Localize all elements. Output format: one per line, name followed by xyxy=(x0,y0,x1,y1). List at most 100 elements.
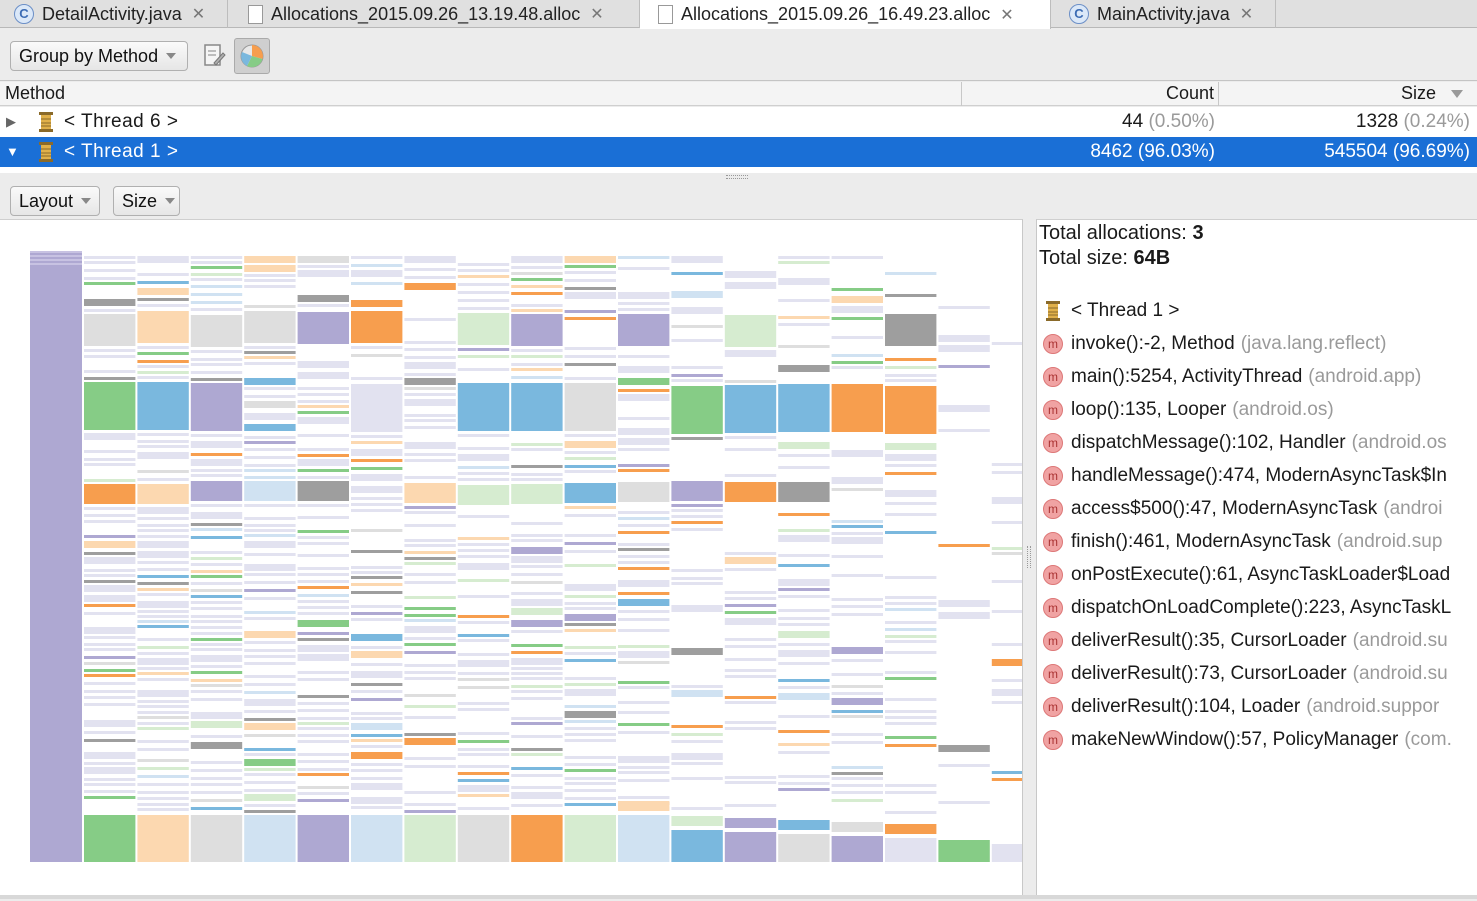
chart-node[interactable] xyxy=(778,631,830,638)
tab-main-activity[interactable]: C MainActivity.java ✕ xyxy=(1051,0,1276,28)
chart-node[interactable] xyxy=(885,513,937,516)
chart-node[interactable] xyxy=(564,363,616,366)
chart-node[interactable] xyxy=(297,434,349,437)
chart-node[interactable] xyxy=(244,469,296,472)
chart-node[interactable] xyxy=(137,722,189,725)
chart-node[interactable] xyxy=(84,370,136,373)
chart-node[interactable] xyxy=(457,615,510,618)
chart-node[interactable] xyxy=(564,782,616,785)
chart-node[interactable] xyxy=(351,769,403,772)
chart-node[interactable] xyxy=(351,634,403,641)
chart-node[interactable] xyxy=(885,791,937,794)
chart-node[interactable] xyxy=(351,486,403,493)
chart-node[interactable] xyxy=(778,554,830,557)
chart-node[interactable] xyxy=(671,307,723,314)
chart-node[interactable] xyxy=(938,345,990,352)
chart-node[interactable] xyxy=(404,815,456,862)
chart-node[interactable] xyxy=(297,372,349,379)
chart-node[interactable] xyxy=(351,591,403,594)
chart-node[interactable] xyxy=(137,452,189,459)
chart-node[interactable] xyxy=(991,547,1044,550)
chart-node[interactable] xyxy=(778,686,830,689)
chart-node[interactable] xyxy=(564,542,616,545)
chart-node[interactable] xyxy=(297,792,349,795)
chart-node[interactable] xyxy=(351,683,403,686)
chart-node[interactable] xyxy=(190,626,243,629)
chart-node[interactable] xyxy=(297,516,349,519)
chart-node[interactable] xyxy=(671,504,723,507)
chart-node[interactable] xyxy=(404,373,456,376)
chart-node[interactable] xyxy=(404,356,456,359)
chart-node[interactable] xyxy=(724,604,777,607)
chart-node[interactable] xyxy=(778,715,830,718)
chart-node[interactable] xyxy=(190,655,243,662)
chart-node[interactable] xyxy=(244,362,296,365)
chart-node[interactable] xyxy=(84,703,136,706)
chart-node[interactable] xyxy=(84,433,136,440)
chart-node[interactable] xyxy=(137,541,189,548)
chart-node[interactable] xyxy=(297,265,349,268)
chart-node[interactable] xyxy=(778,662,830,665)
chart-node[interactable] xyxy=(297,638,349,641)
chart-node[interactable] xyxy=(671,582,723,585)
chart-node[interactable] xyxy=(84,796,136,799)
chart-node[interactable] xyxy=(404,765,456,768)
chart-node[interactable] xyxy=(511,735,563,738)
chart-node[interactable] xyxy=(297,481,349,501)
chart-node[interactable] xyxy=(190,285,243,288)
chart-node[interactable] xyxy=(297,361,349,368)
chart-node[interactable] xyxy=(831,598,883,601)
chart-node[interactable] xyxy=(190,504,243,507)
chart-node[interactable] xyxy=(885,374,937,377)
chart-node[interactable] xyxy=(244,517,296,520)
chart-node[interactable] xyxy=(671,325,723,328)
chart-node[interactable] xyxy=(457,485,510,505)
chart-node[interactable] xyxy=(404,573,456,576)
chart-node[interactable] xyxy=(564,711,616,718)
chart-node[interactable] xyxy=(297,304,349,307)
chart-node[interactable] xyxy=(404,426,456,429)
chart-node[interactable] xyxy=(724,474,777,477)
chart-node[interactable] xyxy=(297,645,349,652)
chart-node[interactable] xyxy=(457,753,510,756)
chart-node[interactable] xyxy=(137,593,189,596)
chart-node[interactable] xyxy=(938,429,990,432)
stack-frame-item[interactable]: m dispatchMessage():102, Handler (android.… xyxy=(1043,428,1447,458)
chart-node[interactable] xyxy=(297,606,349,609)
chart-node[interactable] xyxy=(84,535,136,538)
chart-node[interactable] xyxy=(137,808,189,811)
chart-node[interactable] xyxy=(778,384,830,432)
chart-node[interactable] xyxy=(84,682,136,685)
chart-node[interactable] xyxy=(885,379,937,382)
chart-node[interactable] xyxy=(564,769,616,772)
chart-node[interactable] xyxy=(457,678,510,681)
chart-node[interactable] xyxy=(190,799,243,802)
chart-node[interactable] xyxy=(457,355,510,358)
chart-node[interactable] xyxy=(457,748,510,751)
chart-node[interactable] xyxy=(351,698,403,701)
chart-node[interactable] xyxy=(618,548,670,551)
chart-node[interactable] xyxy=(404,256,456,263)
chart-node[interactable] xyxy=(778,595,830,598)
chart-node[interactable] xyxy=(618,394,670,401)
chart-node[interactable] xyxy=(404,803,456,806)
chart-node[interactable] xyxy=(404,453,456,456)
chart-node[interactable] xyxy=(671,690,723,697)
chart-node[interactable] xyxy=(351,671,403,678)
chart-node[interactable] xyxy=(244,356,296,359)
chart-node[interactable] xyxy=(190,742,243,749)
chart-node[interactable] xyxy=(30,259,82,261)
chart-node[interactable] xyxy=(991,679,1044,682)
chart-node[interactable] xyxy=(618,378,670,385)
chart-node[interactable] xyxy=(564,457,616,460)
chart-node[interactable] xyxy=(618,302,670,305)
chart-node[interactable] xyxy=(457,454,510,461)
tab-allocations-131948[interactable]: Allocations_2015.09.26_13.19.48.alloc ✕ xyxy=(228,0,640,28)
chart-node[interactable] xyxy=(511,592,563,595)
chart-node[interactable] xyxy=(778,679,830,682)
chart-node[interactable] xyxy=(297,671,349,674)
chart-node[interactable] xyxy=(297,411,349,414)
chart-node[interactable] xyxy=(778,579,830,586)
chart-node[interactable] xyxy=(351,797,403,804)
chart-node[interactable] xyxy=(831,772,883,775)
